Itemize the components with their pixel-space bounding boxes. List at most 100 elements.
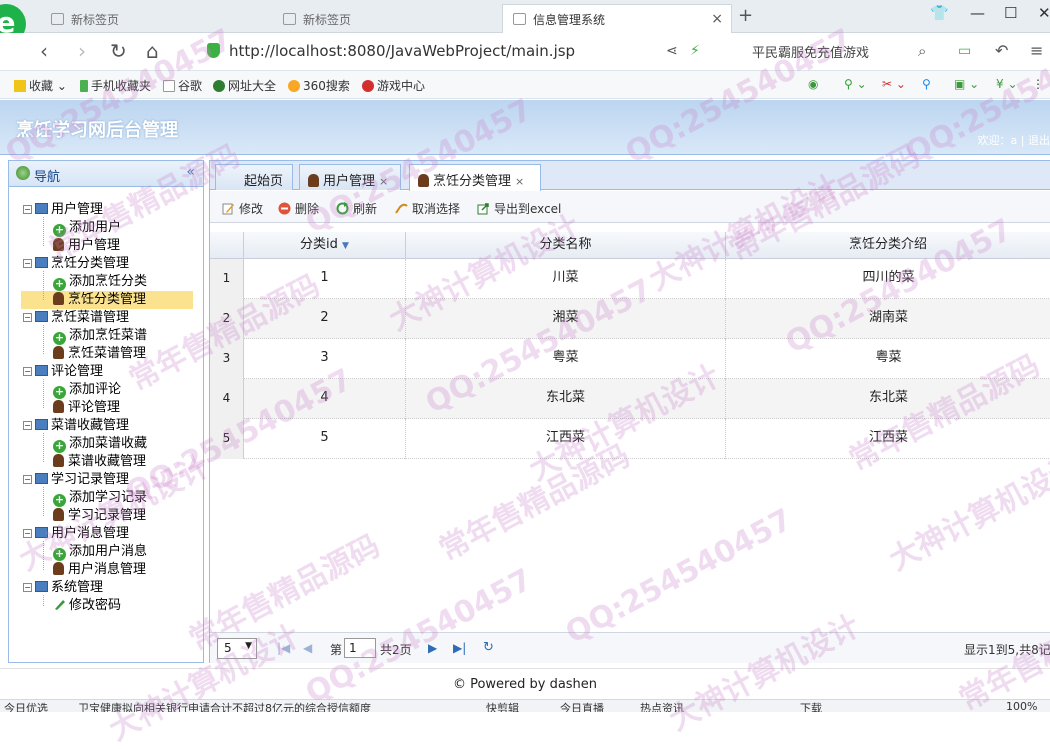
table-row[interactable]: 5 5 江西菜 江西菜: [210, 419, 1050, 459]
wallet-icon[interactable]: ¥ ⌄: [996, 77, 1018, 91]
back-icon[interactable]: ‹: [40, 39, 48, 63]
nav-item[interactable]: + 添加菜谱收藏: [53, 435, 147, 453]
close-tab-icon[interactable]: ×: [379, 175, 388, 188]
status-item[interactable]: 快剪辑: [486, 700, 519, 712]
nav-group[interactable]: − 烹饪分类管理: [23, 255, 129, 273]
nav-group[interactable]: − 评论管理: [23, 363, 103, 381]
nav-item[interactable]: 评论管理: [53, 399, 120, 417]
table-row[interactable]: 1 1 川菜 四川的菜: [210, 259, 1050, 299]
browser-tab[interactable]: 新标签页: [272, 4, 502, 33]
table-row[interactable]: 2 2 湘菜 湖南菜: [210, 299, 1050, 339]
maximize-button[interactable]: ☐: [1004, 4, 1017, 22]
nav-group[interactable]: − 用户管理: [23, 201, 103, 219]
nav-group[interactable]: − 学习记录管理: [23, 471, 129, 489]
more-icon[interactable]: ⋮: [1032, 77, 1044, 91]
status-item[interactable]: 今日直播: [560, 700, 604, 712]
nav-item[interactable]: + 添加学习记录: [53, 489, 147, 507]
nav-item[interactable]: 用户管理: [53, 237, 120, 255]
column-header-category-id[interactable]: 分类id ▼: [244, 232, 406, 259]
status-item[interactable]: 下载: [800, 700, 822, 712]
nav-item[interactable]: 学习记录管理: [53, 507, 146, 525]
new-tab-button[interactable]: +: [738, 5, 753, 26]
nav-item[interactable]: 用户消息管理: [53, 561, 146, 579]
undo-icon[interactable]: ↶: [995, 41, 1008, 60]
gamepad-icon[interactable]: ▣ ⌄: [954, 77, 979, 91]
nav-item[interactable]: + 添加用户消息: [53, 543, 147, 561]
translate-icon[interactable]: ⚲ ⌄: [844, 77, 867, 91]
collapse-toggle-icon[interactable]: −: [23, 421, 32, 430]
status-left-label[interactable]: 今日优选: [4, 700, 48, 712]
battery-icon[interactable]: ▭: [958, 43, 971, 59]
nav-item[interactable]: 烹饪菜谱管理: [53, 345, 146, 363]
browser-tab-active[interactable]: 信息管理系统 ×: [502, 4, 732, 33]
next-page-icon[interactable]: ▶: [428, 641, 437, 655]
nav-item[interactable]: + 添加烹饪菜谱: [53, 327, 147, 345]
previous-page-icon[interactable]: ◀: [303, 641, 312, 655]
forward-icon[interactable]: ›: [78, 39, 86, 63]
collapse-toggle-icon[interactable]: −: [23, 529, 32, 538]
tab-user-management[interactable]: 用户管理 ×: [299, 164, 401, 190]
collapse-toggle-icon[interactable]: −: [23, 583, 32, 592]
close-tab-icon[interactable]: ×: [515, 175, 524, 188]
extension-icon[interactable]: ◉: [808, 77, 818, 91]
nav-item[interactable]: + 添加烹饪分类: [53, 273, 147, 291]
share-icon[interactable]: ⋖: [666, 43, 678, 59]
magnifier-icon[interactable]: ⚲: [922, 77, 931, 91]
nav-group[interactable]: − 菜谱收藏管理: [23, 417, 129, 435]
welcome-logout-link[interactable]: 欢迎：a | 退出: [978, 132, 1050, 148]
collapse-toggle-icon[interactable]: −: [23, 205, 32, 214]
collapse-toggle-icon[interactable]: −: [23, 313, 32, 322]
collapse-toggle-icon[interactable]: −: [23, 259, 32, 268]
first-page-icon[interactable]: |◀: [277, 641, 290, 655]
menu-icon[interactable]: ≡: [1030, 41, 1043, 60]
table-row[interactable]: 3 3 粤菜 粤菜: [210, 339, 1050, 379]
skin-icon[interactable]: 👕: [930, 4, 949, 22]
column-header-category-name[interactable]: 分类名称: [406, 232, 726, 259]
export-excel-button[interactable]: 导出到excel: [477, 200, 561, 217]
status-item[interactable]: 热点资讯: [640, 700, 684, 712]
edit-button[interactable]: 修改: [222, 200, 263, 217]
home-icon[interactable]: ⌂: [146, 39, 159, 63]
collapse-toggle-icon[interactable]: −: [23, 475, 32, 484]
close-window-button[interactable]: ✕: [1038, 4, 1050, 22]
nav-item[interactable]: + 添加评论: [53, 381, 121, 399]
zoom-level[interactable]: 100%: [1006, 700, 1037, 712]
nav-group[interactable]: − 用户消息管理: [23, 525, 129, 543]
nav-item-label: 烹饪菜谱管理: [68, 346, 147, 361]
nav-group[interactable]: − 烹饪菜谱管理: [23, 309, 129, 327]
refresh-button[interactable]: 刷新: [336, 200, 377, 217]
cancel-selection-button[interactable]: 取消选择: [395, 200, 460, 217]
browser-tab[interactable]: 新标签页: [40, 4, 270, 33]
reload-icon[interactable]: ↻: [110, 39, 127, 63]
url-input[interactable]: http://localhost:8080/JavaWebProject/mai…: [229, 42, 575, 60]
collapse-toggle-icon[interactable]: −: [23, 367, 32, 376]
bookmark-portal[interactable]: 网址大全: [213, 77, 276, 94]
nav-item[interactable]: 菜谱收藏管理: [53, 453, 146, 471]
column-header-category-description[interactable]: 烹饪分类介绍: [726, 232, 1050, 259]
bookmark-games[interactable]: 游戏中心: [362, 77, 425, 94]
collapse-panel-icon[interactable]: «: [186, 164, 195, 180]
lightning-icon[interactable]: ⚡: [690, 43, 700, 59]
table-row[interactable]: 4 4 东北菜 东北菜: [210, 379, 1050, 419]
bookmark-google[interactable]: 谷歌: [163, 77, 202, 94]
delete-button[interactable]: 删除: [278, 200, 319, 217]
nav-group[interactable]: − 系统管理: [23, 579, 103, 597]
last-page-icon[interactable]: ▶|: [453, 641, 466, 655]
bookmark-favorites[interactable]: 收藏 ⌄: [14, 77, 67, 94]
nav-item[interactable]: 烹饪分类管理: [21, 291, 193, 309]
scissors-icon[interactable]: ✂ ⌄: [882, 77, 906, 91]
minimize-button[interactable]: —: [970, 4, 985, 22]
nav-item[interactable]: 修改密码: [53, 597, 121, 615]
bookmark-360-search[interactable]: 360搜索: [288, 77, 350, 94]
page-size-select[interactable]: 5 ▼: [217, 638, 257, 659]
tab-home[interactable]: 起始页: [215, 164, 293, 190]
search-input[interactable]: 平民霸服免充值游戏: [752, 42, 869, 61]
page-number-input[interactable]: 1: [344, 638, 376, 658]
search-icon[interactable]: ⌕: [918, 42, 926, 60]
close-tab-icon[interactable]: ×: [711, 11, 723, 27]
tab-category-management[interactable]: 烹饪分类管理 ×: [409, 164, 541, 191]
reload-grid-icon[interactable]: ↻: [483, 640, 494, 655]
status-news-ticker[interactable]: 卫宝健康拟向相关银行申请合计不超过8亿元的综合授信额度: [78, 700, 371, 712]
bookmark-mobile[interactable]: 手机收藏夹: [80, 77, 151, 94]
nav-item[interactable]: + 添加用户: [53, 219, 121, 237]
